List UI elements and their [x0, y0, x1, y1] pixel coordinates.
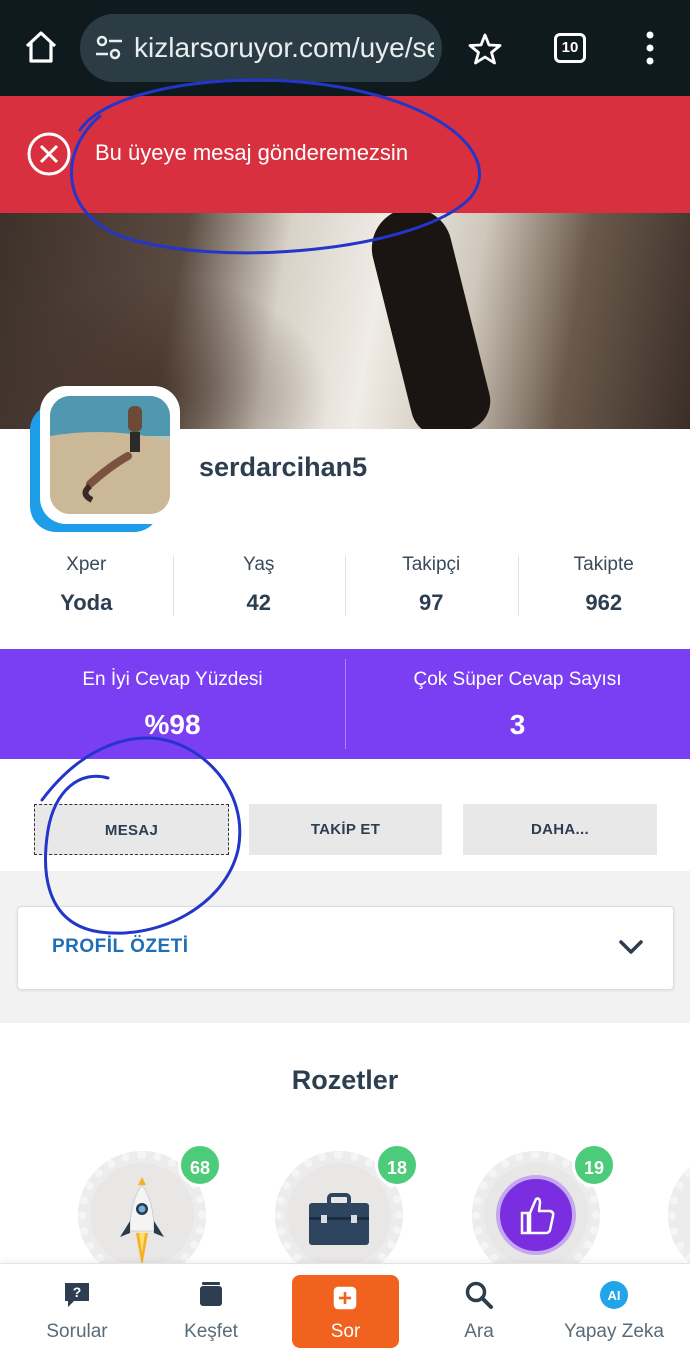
- search-icon: [465, 1281, 493, 1309]
- best-answer-rate: En İyi Cevap Yüzdesi %98: [0, 649, 345, 759]
- profile-stats: Xper Yoda Yaş 42 Takipçi 97 Takipte 962: [0, 548, 690, 624]
- stat-value: 97: [419, 590, 444, 615]
- profile-actions: MESAJ TAKİP ET DAHA...: [0, 759, 690, 871]
- badge-count: 68: [178, 1143, 222, 1187]
- tab-switcher-button[interactable]: 10: [554, 33, 586, 63]
- site-settings-icon[interactable]: [94, 34, 124, 62]
- badge-count: 18: [375, 1143, 419, 1187]
- highlight-stats: En İyi Cevap Yüzdesi %98 Çok Süper Cevap…: [0, 649, 690, 759]
- stat-label: Xper: [66, 554, 107, 575]
- avatar[interactable]: [30, 386, 180, 532]
- home-icon[interactable]: [22, 28, 60, 66]
- ai-icon: AI: [600, 1281, 628, 1309]
- badge-thumbs-up[interactable]: 19: [472, 1143, 616, 1279]
- username: serdarcihan5: [199, 452, 368, 482]
- address-bar[interactable]: kizlarsoruyor.com/uye/se: [80, 14, 442, 82]
- profile-summary-accordion[interactable]: PROFİL ÖZETİ: [17, 906, 674, 990]
- browser-toolbar: kizlarsoruyor.com/uye/se 10: [0, 0, 690, 96]
- highlight-label: Çok Süper Cevap Sayısı: [413, 669, 622, 690]
- briefcase-icon: [309, 1193, 369, 1245]
- nav-label: Yapay Zeka: [564, 1321, 664, 1342]
- super-answer-count: Çok Süper Cevap Sayısı 3: [345, 649, 690, 759]
- stat-value: 42: [246, 590, 271, 615]
- question-icon: ?: [65, 1283, 89, 1307]
- stat-label: Yaş: [243, 554, 275, 575]
- avatar-photo: [50, 396, 170, 514]
- highlight-label: En İyi Cevap Yüzdesi: [82, 669, 263, 690]
- nav-label: Keşfet: [184, 1321, 238, 1342]
- rocket-icon: [120, 1177, 164, 1267]
- highlight-value: 3: [509, 709, 526, 740]
- stat-value: 962: [585, 590, 623, 615]
- url-text[interactable]: kizlarsoruyor.com/uye/se: [134, 32, 434, 64]
- badge-count: 19: [572, 1143, 616, 1187]
- nav-search[interactable]: Ara: [422, 1264, 536, 1357]
- chevron-down-icon[interactable]: [618, 937, 644, 957]
- highlight-value: %98: [144, 709, 201, 740]
- error-banner: Bu üyeye mesaj gönderemezsin: [0, 96, 690, 213]
- nav-explore[interactable]: Keşfet: [154, 1264, 268, 1357]
- badge-briefcase[interactable]: 18: [275, 1143, 419, 1279]
- stat-value: Yoda: [60, 590, 113, 615]
- nav-label: Sorular: [46, 1321, 108, 1342]
- badges-section: Rozetler 68 18 19: [0, 1023, 690, 1279]
- svg-text:?: ?: [73, 1284, 82, 1300]
- svg-text:AI: AI: [608, 1288, 621, 1303]
- stat-following[interactable]: Takipte 962: [517, 548, 690, 624]
- nav-ai[interactable]: AI Yapay Zeka: [556, 1264, 672, 1357]
- stat-label: Takipçi: [402, 554, 461, 575]
- error-close-icon[interactable]: [26, 131, 72, 177]
- badges-heading: Rozetler: [291, 1065, 399, 1095]
- nav-ask-button[interactable]: Sor: [292, 1275, 399, 1348]
- stat-followers[interactable]: Takipçi 97: [345, 548, 518, 624]
- explore-icon: [200, 1282, 222, 1306]
- bottom-navigation: ? Sorular Keşfet Sor Ara AI Yapay Zeka: [0, 1263, 690, 1357]
- stat-xper: Xper Yoda: [0, 548, 173, 624]
- more-button[interactable]: DAHA...: [463, 804, 657, 855]
- summary-section: PROFİL ÖZETİ: [0, 871, 690, 1023]
- plus-icon: [333, 1286, 357, 1310]
- thumbs-up-icon: [496, 1175, 576, 1255]
- stat-label: Takipte: [573, 554, 634, 575]
- badge-partial[interactable]: [668, 1151, 690, 1279]
- summary-title: PROFİL ÖZETİ: [52, 936, 189, 957]
- nav-label: Ara: [464, 1321, 494, 1342]
- error-message: Bu üyeye mesaj gönderemezsin: [95, 140, 409, 165]
- stat-age: Yaş 42: [172, 548, 346, 624]
- badge-rocket[interactable]: 68: [78, 1143, 222, 1279]
- message-button[interactable]: MESAJ: [34, 804, 229, 855]
- nav-questions[interactable]: ? Sorular: [20, 1264, 134, 1357]
- more-options-icon[interactable]: [640, 30, 660, 66]
- bookmark-star-icon[interactable]: [468, 32, 502, 66]
- follow-button[interactable]: TAKİP ET: [249, 804, 442, 855]
- nav-label: Sor: [330, 1321, 361, 1342]
